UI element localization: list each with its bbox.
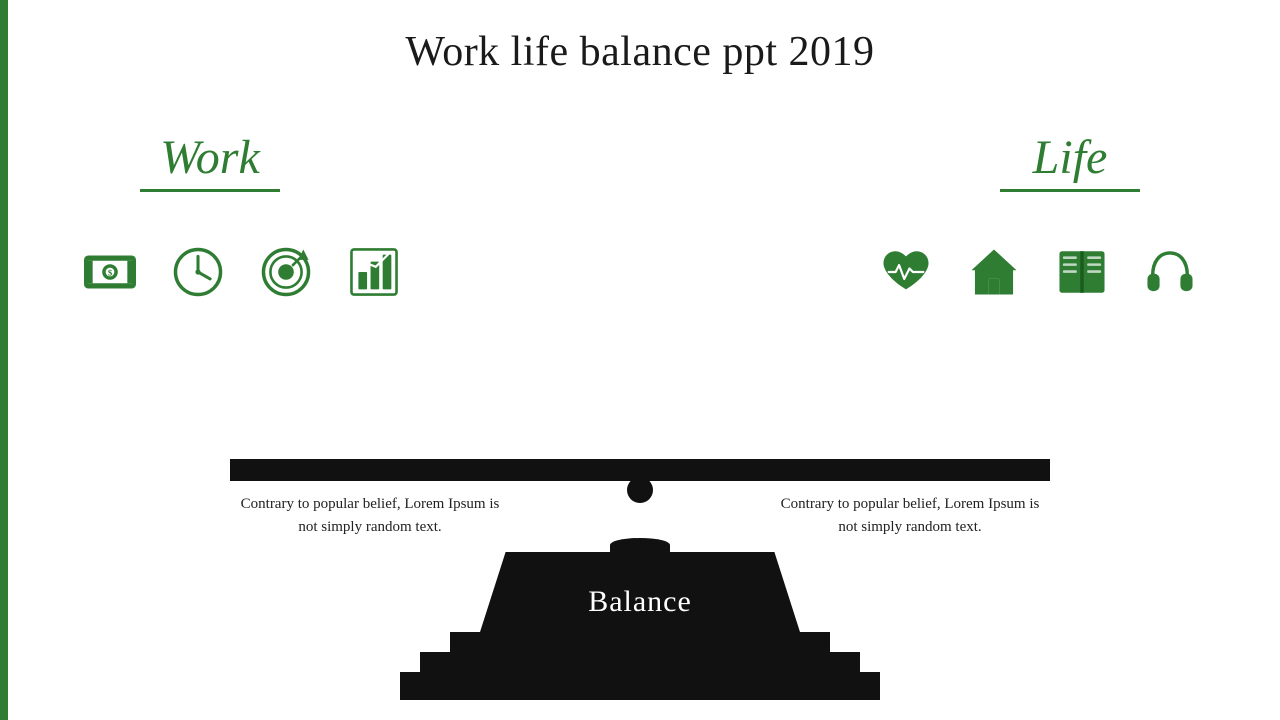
life-icons-group <box>876 242 1200 302</box>
clock-icon <box>168 242 228 302</box>
labels-row: Work Life <box>60 130 1220 192</box>
work-label-underline <box>140 189 280 192</box>
life-label-underline <box>1000 189 1140 192</box>
life-section-label: Life <box>1000 130 1140 192</box>
work-icons-group: $ <box>80 242 404 302</box>
book-icon <box>1052 242 1112 302</box>
life-description: Contrary to popular belief, Lorem Ipsum … <box>770 493 1050 538</box>
pedestal-top: Balance <box>480 552 800 632</box>
pedestal-step-1 <box>450 632 830 652</box>
work-section-label: Work <box>140 130 280 192</box>
icons-row: $ <box>60 242 1220 302</box>
life-label-text: Life <box>1033 130 1108 185</box>
balance-scale: Contrary to popular belief, Lorem Ipsum … <box>60 459 1220 700</box>
target-icon <box>256 242 316 302</box>
page-title: Work life balance ppt 2019 <box>0 0 1280 76</box>
work-label-text: Work <box>160 130 260 185</box>
balance-label: Balance <box>588 565 692 619</box>
heart-rate-icon <box>876 242 936 302</box>
money-icon: $ <box>80 242 140 302</box>
balance-pivot <box>627 477 653 503</box>
content-area: Work Life $ <box>60 130 1220 700</box>
beam-container <box>230 459 1050 481</box>
pedestal-base <box>400 672 880 700</box>
pedestal: Balance <box>400 538 880 700</box>
left-accent-bar <box>0 0 8 720</box>
headphones-icon <box>1140 242 1200 302</box>
home-icon <box>964 242 1024 302</box>
pedestal-wrapper: Balance <box>60 538 1220 700</box>
chart-icon <box>344 242 404 302</box>
work-description: Contrary to popular belief, Lorem Ipsum … <box>230 493 510 538</box>
svg-text:$: $ <box>108 267 113 277</box>
pedestal-step-2 <box>420 652 860 672</box>
